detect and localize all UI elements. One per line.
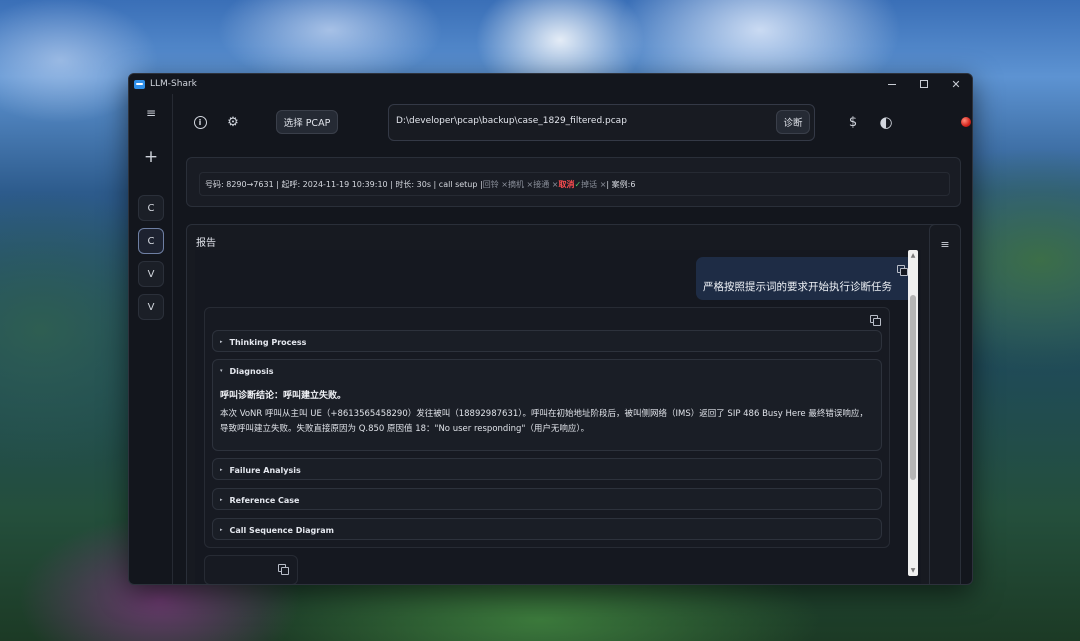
- report-title: 报告: [196, 238, 216, 249]
- section-failure-analysis[interactable]: ▸ Failure Analysis: [212, 458, 882, 480]
- expand-triangle-icon: ▸: [220, 527, 223, 533]
- section-title: Diagnosis: [229, 366, 274, 376]
- conversation-item[interactable]: V: [138, 261, 164, 287]
- section-diagnosis[interactable]: ▾ Diagnosis 呼叫诊断结论：呼叫建立失败。 本次 VoNR 呼叫从主叫…: [212, 359, 882, 451]
- pcap-path-input[interactable]: D:\developer\pcap\backup\case_1829_filte…: [388, 104, 815, 141]
- conversation-item[interactable]: C: [138, 195, 164, 221]
- section-header[interactable]: ▸ Thinking Process: [220, 331, 306, 353]
- close-icon: ✕: [951, 77, 961, 91]
- conversation-item-active[interactable]: C: [138, 228, 164, 254]
- section-call-sequence-diagram[interactable]: ▸ Call Sequence Diagram: [212, 518, 882, 540]
- section-reference-case[interactable]: ▸ Reference Case: [212, 488, 882, 510]
- expand-triangle-icon: ▸: [220, 497, 223, 503]
- window-title: LLM-Shark: [150, 79, 197, 89]
- case-count: | 案例:6: [606, 179, 636, 189]
- check-icon: ✓: [574, 179, 582, 189]
- section-header[interactable]: ▸ Reference Case: [220, 489, 299, 511]
- copy-icon[interactable]: [870, 315, 881, 326]
- call-info-panel: 号码: 8290→7631 | 起呼: 2024-11-19 10:39:10 …: [186, 157, 961, 207]
- title-bar[interactable]: LLM-Shark ✕: [129, 74, 972, 94]
- scrollbar-thumb[interactable]: [910, 295, 916, 480]
- section-title: Call Sequence Diagram: [229, 525, 334, 535]
- section-header[interactable]: ▸ Failure Analysis: [220, 459, 301, 481]
- language-flag-icon: [961, 116, 971, 127]
- sidebar: ≡ + C C V V: [129, 94, 173, 584]
- section-title: Thinking Process: [229, 337, 307, 347]
- diagnose-button[interactable]: 诊断: [776, 110, 810, 134]
- chat-scrollbar[interactable]: ▲ ▼: [908, 250, 918, 576]
- section-title: Reference Case: [229, 495, 300, 505]
- maximize-icon: [920, 80, 928, 88]
- language-selector[interactable]: 簡 ▾: [961, 116, 972, 127]
- section-title: Failure Analysis: [229, 465, 301, 475]
- status-cancel: 取消: [558, 179, 575, 189]
- status-dropped: 掉话 ×: [581, 179, 607, 189]
- theme-toggle-icon[interactable]: ◐: [878, 113, 894, 131]
- maximize-button[interactable]: [908, 74, 940, 94]
- user-message-bubble: 严格按照提示词的要求开始执行诊断任务: [696, 257, 914, 300]
- toolbar: i ⚙ 选择 PCAP D:\developer\pcap\backup\cas…: [173, 94, 972, 150]
- window-controls: ✕: [876, 74, 972, 94]
- expand-triangle-icon: ▸: [220, 467, 223, 473]
- settings-icon[interactable]: ⚙: [225, 114, 241, 130]
- call-summary: 号码: 8290→7631 | 起呼: 2024-11-19 10:39:10 …: [199, 172, 950, 196]
- sidebar-menu-icon[interactable]: ≡: [129, 106, 173, 120]
- dollar-icon[interactable]: $: [845, 114, 861, 130]
- report-side-panel: ≡: [929, 224, 961, 584]
- select-pcap-button[interactable]: 选择 PCAP: [276, 110, 338, 134]
- minimize-icon: [888, 83, 896, 85]
- info-icon: i: [193, 115, 207, 129]
- user-message-text: 严格按照提示词的要求开始执行诊断任务: [703, 281, 892, 293]
- report-menu-icon[interactable]: ≡: [930, 238, 960, 251]
- section-header[interactable]: ▾ Diagnosis: [220, 360, 273, 382]
- status-ringing: 回铃 ×: [482, 179, 508, 189]
- collapse-triangle-icon: ▾: [220, 368, 223, 374]
- assistant-message: [204, 555, 298, 584]
- new-chat-icon[interactable]: +: [129, 148, 173, 166]
- diagnosis-conclusion: 呼叫诊断结论：呼叫建立失败。: [220, 391, 347, 401]
- app-logo-icon: [134, 79, 145, 89]
- copy-icon[interactable]: [897, 265, 908, 276]
- app-window: LLM-Shark ✕ ≡ + C C V V i ⚙ 选择 PCAP D:\d…: [128, 73, 973, 585]
- scroll-down-icon[interactable]: ▼: [908, 567, 918, 574]
- section-thinking-process[interactable]: ▸ Thinking Process: [212, 330, 882, 352]
- copy-icon[interactable]: [278, 564, 289, 575]
- chat-area[interactable]: 严格按照提示词的要求开始执行诊断任务 ▸ Thinking Process ▾ …: [195, 250, 921, 584]
- section-header[interactable]: ▸ Call Sequence Diagram: [220, 519, 334, 541]
- status-offhook: 摘机 ×: [507, 179, 534, 189]
- call-summary-text: 号码: 8290→7631 | 起呼: 2024-11-19 10:39:10 …: [205, 179, 483, 189]
- conversation-item[interactable]: V: [138, 294, 164, 320]
- assistant-message: ▸ Thinking Process ▾ Diagnosis 呼叫诊断结论：呼叫…: [204, 307, 890, 548]
- expand-triangle-icon: ▸: [220, 339, 223, 345]
- status-connected: 接通 ×: [533, 179, 559, 189]
- minimize-button[interactable]: [876, 74, 908, 94]
- info-button[interactable]: i: [192, 114, 208, 130]
- scroll-up-icon[interactable]: ▲: [908, 252, 918, 259]
- diagnosis-body: 本次 VoNR 呼叫从主叫 UE（+8613565458290）发往被叫（188…: [220, 409, 868, 434]
- close-button[interactable]: ✕: [940, 74, 972, 94]
